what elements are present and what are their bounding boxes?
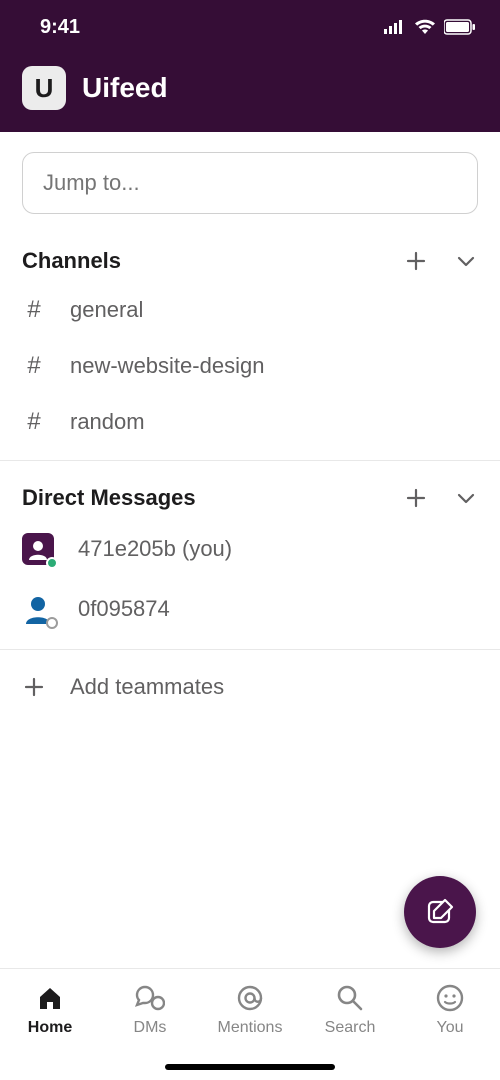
avatar — [22, 533, 54, 565]
status-indicators — [384, 19, 476, 35]
presence-active-icon — [46, 557, 58, 569]
workspace-icon: U — [22, 66, 66, 110]
add-teammates-button[interactable]: Add teammates — [0, 650, 500, 724]
nav-label: Home — [28, 1019, 72, 1037]
add-dm-button[interactable] — [404, 486, 428, 510]
hash-icon: # — [22, 408, 46, 436]
dm-item[interactable]: 0f095874 — [0, 579, 500, 639]
compose-icon — [425, 897, 455, 927]
channel-item[interactable]: # random — [0, 394, 500, 450]
hash-icon: # — [22, 352, 46, 380]
channel-name: general — [70, 297, 143, 323]
nav-you[interactable]: You — [400, 969, 500, 1080]
jump-to-input[interactable] — [22, 152, 478, 214]
mentions-icon — [235, 983, 265, 1013]
plus-icon — [22, 675, 46, 699]
dms-icon — [135, 983, 165, 1013]
cellular-icon — [384, 20, 406, 34]
collapse-dms-button[interactable] — [454, 486, 478, 510]
nav-label: DMs — [134, 1019, 167, 1037]
hash-icon: # — [22, 296, 46, 324]
search-icon — [335, 983, 365, 1013]
compose-button[interactable] — [404, 876, 476, 948]
dm-item-self[interactable]: 471e205b (you) — [0, 519, 500, 579]
dms-header: Direct Messages — [0, 461, 500, 519]
channel-item[interactable]: # new-website-design — [0, 338, 500, 394]
home-indicator — [165, 1064, 335, 1070]
nav-label: You — [437, 1019, 464, 1037]
wifi-icon — [414, 19, 436, 35]
you-icon — [435, 983, 465, 1013]
channel-name: new-website-design — [70, 353, 264, 379]
nav-label: Mentions — [218, 1019, 283, 1037]
dms-title: Direct Messages — [22, 485, 196, 511]
avatar — [22, 593, 54, 625]
status-bar: 9:41 — [0, 0, 500, 54]
nav-label: Search — [325, 1019, 376, 1037]
channels-header: Channels — [0, 224, 500, 282]
channel-name: random — [70, 409, 145, 435]
dm-name: 471e205b (you) — [78, 536, 232, 562]
channel-item[interactable]: # general — [0, 282, 500, 338]
collapse-channels-button[interactable] — [454, 249, 478, 273]
battery-icon — [444, 19, 476, 35]
add-teammates-label: Add teammates — [70, 674, 224, 700]
nav-home[interactable]: Home — [0, 969, 100, 1080]
workspace-name: Uifeed — [82, 72, 168, 104]
home-icon — [35, 983, 65, 1013]
presence-away-icon — [46, 617, 58, 629]
add-channel-button[interactable] — [404, 249, 428, 273]
channels-title: Channels — [22, 248, 121, 274]
workspace-header[interactable]: U Uifeed — [0, 54, 500, 132]
dm-name: 0f095874 — [78, 596, 170, 622]
status-time: 9:41 — [40, 16, 80, 39]
